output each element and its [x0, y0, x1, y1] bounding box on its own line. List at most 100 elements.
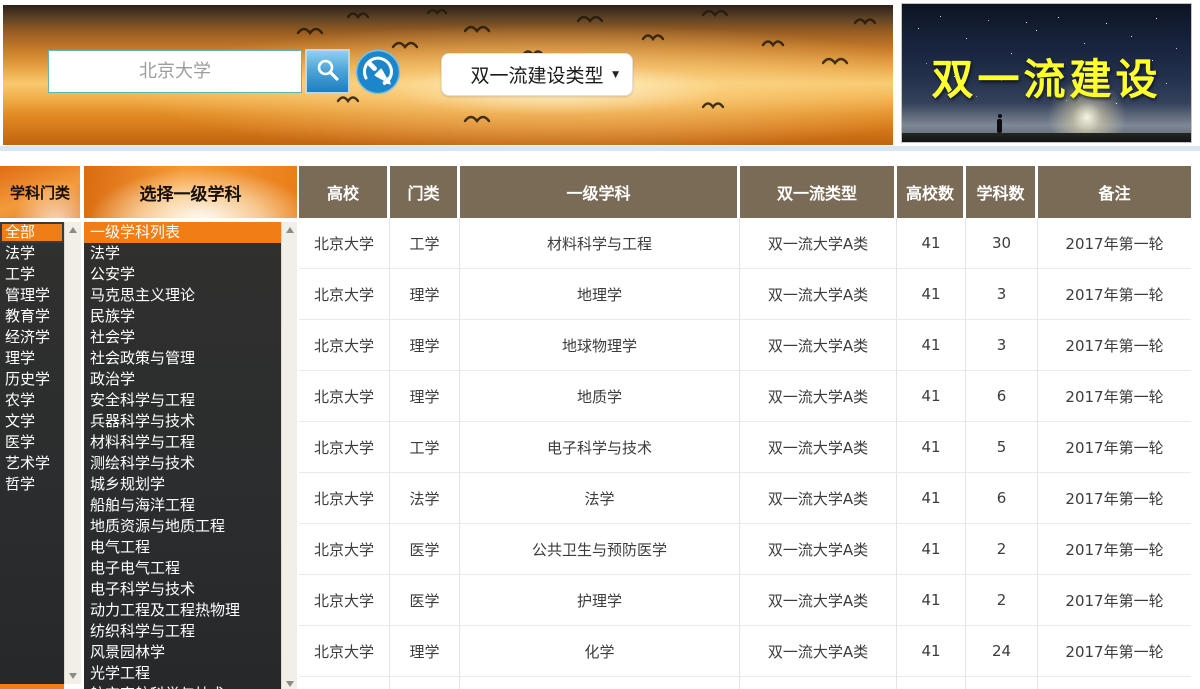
discipline-item[interactable]: 动力工程及工程热物理	[84, 600, 281, 621]
category-item[interactable]: 经济学	[0, 327, 64, 348]
clean-button[interactable]	[355, 49, 401, 95]
category-item[interactable]: 教育学	[0, 306, 64, 327]
category-item[interactable]: 理学	[0, 348, 64, 369]
table-cell: 41	[897, 371, 966, 422]
table-row: 北京大学理学化学双一流大学A类41242017年第一轮	[299, 626, 1191, 677]
table-row: 北京大学工学材料科学与工程双一流大学A类41302017年第一轮	[299, 218, 1191, 269]
scroll-up-icon[interactable]	[69, 227, 77, 233]
discipline-item[interactable]: 船舶与海洋工程	[84, 495, 281, 516]
search-input[interactable]	[48, 50, 302, 93]
table-cell: 3	[966, 269, 1038, 320]
discipline-item[interactable]: 电气工程	[84, 537, 281, 558]
table-row: 北京大学理学地球物理学双一流大学A类4132017年第一轮	[299, 320, 1191, 371]
discipline-item[interactable]: 一级学科列表	[84, 222, 281, 243]
discipline-item[interactable]: 政治学	[84, 369, 281, 390]
table-cell	[740, 677, 897, 689]
table-cell: 北京大学	[299, 320, 390, 371]
table-cell: 材料科学与工程	[460, 218, 740, 269]
category-item[interactable]: 工学	[0, 264, 64, 285]
discipline-item[interactable]: 兵器科学与技术	[84, 411, 281, 432]
table-cell: 5	[966, 422, 1038, 473]
table-cell: 北京大学	[299, 269, 390, 320]
discipline-item[interactable]: 电子电气工程	[84, 558, 281, 579]
discipline-item[interactable]: 测绘科学与技术	[84, 453, 281, 474]
table-cell: 2017年第一轮	[1038, 320, 1191, 371]
magnifier-icon	[314, 56, 342, 87]
discipline-item[interactable]: 地质资源与地质工程	[84, 516, 281, 537]
build-type-dropdown[interactable]: 双一流建设类型 ▼	[441, 53, 633, 96]
table-cell: 41	[897, 473, 966, 524]
discipline-item[interactable]: 法学	[84, 243, 281, 264]
category-item[interactable]: 历史学	[0, 369, 64, 390]
discipline-item[interactable]: 城乡规划学	[84, 474, 281, 495]
discipline-item[interactable]: 航空宇航科学与技术	[84, 684, 281, 689]
discipline-item[interactable]: 社会学	[84, 327, 281, 348]
table-cell: 理学	[390, 320, 460, 371]
table-cell	[460, 677, 740, 689]
category-item[interactable]: 农学	[0, 390, 64, 411]
table-cell: 2017年第一轮	[1038, 524, 1191, 575]
discipline-item[interactable]: 公安学	[84, 264, 281, 285]
table-cell: 41	[897, 626, 966, 677]
table-cell: 工学	[390, 218, 460, 269]
category-item[interactable]: 法学	[0, 243, 64, 264]
table-cell: 2017年第一轮	[1038, 575, 1191, 626]
table-cell: 双一流大学A类	[740, 524, 897, 575]
table-cell: 24	[966, 626, 1038, 677]
table-cell: 地质学	[460, 371, 740, 422]
table-cell: 双一流大学A类	[740, 575, 897, 626]
table-cell: 41	[897, 422, 966, 473]
table-cell: 地理学	[460, 269, 740, 320]
table-row: 北京大学医学公共卫生与预防医学双一流大学A类4122017年第一轮	[299, 524, 1191, 575]
discipline-item[interactable]: 电子科学与技术	[84, 579, 281, 600]
table-cell: 北京大学	[299, 473, 390, 524]
build-type-dropdown-label: 双一流建设类型	[470, 61, 603, 88]
table-row: 北京大学工学电子科学与技术双一流大学A类4152017年第一轮	[299, 422, 1191, 473]
table-cell: 化学	[460, 626, 740, 677]
column-header: 一级学科	[460, 166, 740, 218]
discipline-item[interactable]: 社会政策与管理	[84, 348, 281, 369]
category-item[interactable]: 文学	[0, 411, 64, 432]
table-cell: 41	[897, 218, 966, 269]
discipline-item[interactable]: 风景园林学	[84, 642, 281, 663]
stars-decoration	[906, 8, 907, 9]
category-list-bottom-bar	[0, 684, 64, 689]
column-header: 门类	[390, 166, 460, 218]
table-row: 北京大学理学地质学双一流大学A类4162017年第一轮	[299, 371, 1191, 422]
discipline-item[interactable]: 马克思主义理论	[84, 285, 281, 306]
discipline-item[interactable]: 纺织科学与工程	[84, 621, 281, 642]
table-cell: 工学	[390, 422, 460, 473]
search-button[interactable]	[305, 49, 350, 94]
scroll-up-icon[interactable]	[286, 227, 294, 233]
table-cell: 北京大学	[299, 218, 390, 269]
discipline-list-scrollbar[interactable]	[281, 222, 297, 689]
table-cell: 双一流大学A类	[740, 371, 897, 422]
table-cell	[390, 677, 460, 689]
category-item[interactable]: 医学	[0, 432, 64, 453]
table-cell	[966, 677, 1038, 689]
category-list-scrollbar[interactable]	[64, 222, 81, 684]
table-row: 北京大学理学地理学双一流大学A类4132017年第一轮	[299, 269, 1191, 320]
category-item[interactable]: 哲学	[0, 474, 64, 495]
table-cell: 北京大学	[299, 371, 390, 422]
person-silhouette	[997, 119, 1002, 133]
scroll-down-icon[interactable]	[69, 673, 77, 679]
category-item[interactable]: 全部	[0, 222, 64, 243]
side-banner: 双一流建设	[901, 3, 1192, 143]
table-cell: 双一流大学A类	[740, 269, 897, 320]
scroll-down-icon[interactable]	[286, 681, 294, 687]
table-cell: 北京大学	[299, 524, 390, 575]
discipline-list: 一级学科列表法学公安学马克思主义理论民族学社会学社会政策与管理政治学安全科学与工…	[84, 222, 297, 689]
discipline-item[interactable]: 民族学	[84, 306, 281, 327]
category-item[interactable]: 管理学	[0, 285, 64, 306]
table-row: 北京大学医学护理学双一流大学A类4122017年第一轮	[299, 575, 1191, 626]
table-cell: 北京大学	[299, 575, 390, 626]
table-cell: 双一流大学A类	[740, 473, 897, 524]
discipline-item[interactable]: 材料科学与工程	[84, 432, 281, 453]
discipline-list-items: 一级学科列表法学公安学马克思主义理论民族学社会学社会政策与管理政治学安全科学与工…	[84, 222, 281, 689]
category-item[interactable]: 艺术学	[0, 453, 64, 474]
discipline-list-header: 选择一级学科	[84, 166, 297, 218]
discipline-item[interactable]: 安全科学与工程	[84, 390, 281, 411]
discipline-item[interactable]: 光学工程	[84, 663, 281, 684]
table-cell: 双一流大学A类	[740, 626, 897, 677]
